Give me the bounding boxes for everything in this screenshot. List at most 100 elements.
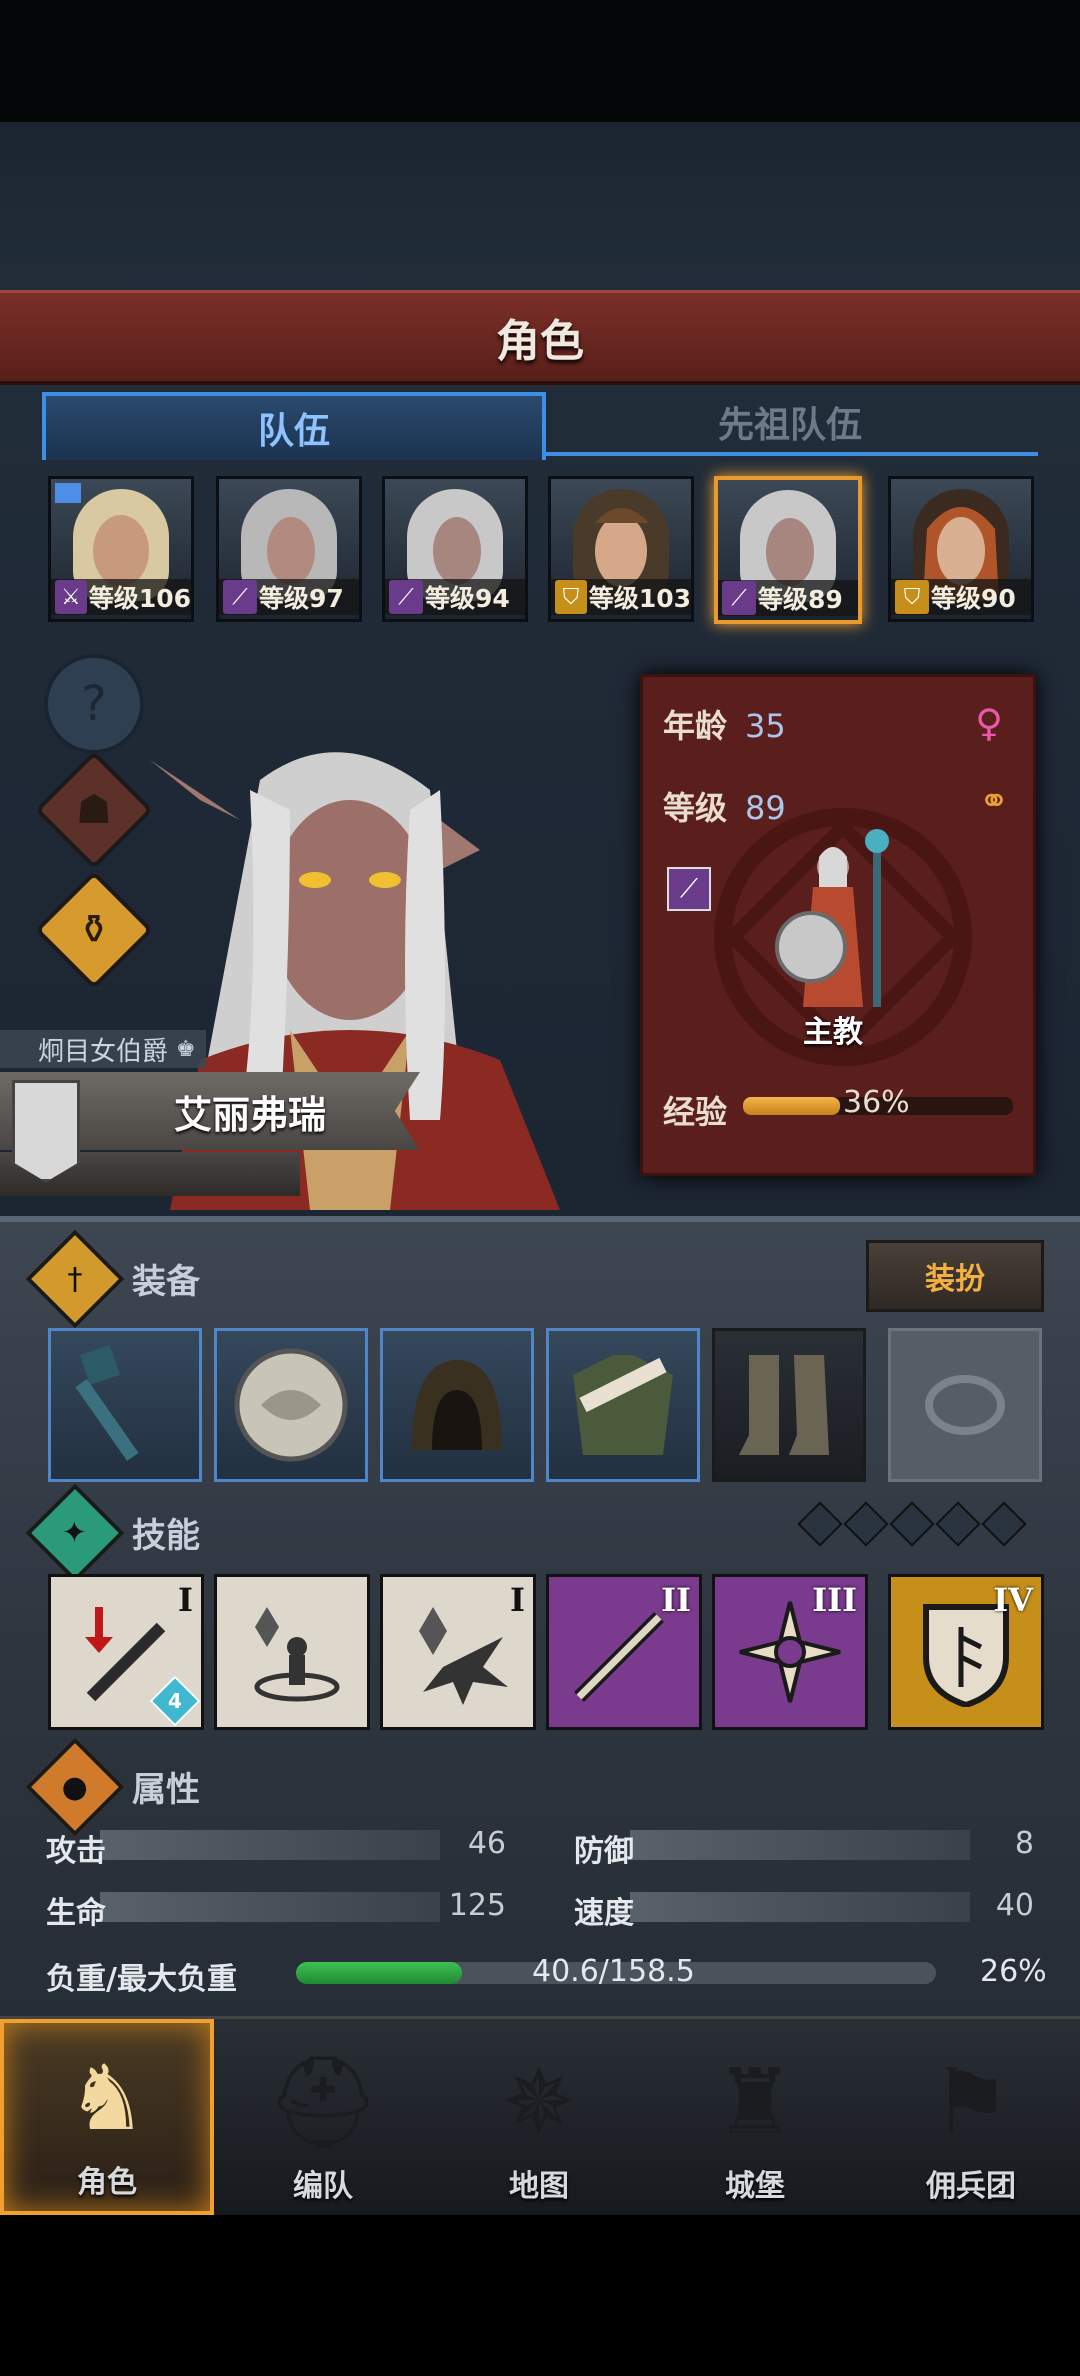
health-value: 125: [448, 1888, 506, 1923]
crown-icon: ♚: [176, 1036, 196, 1062]
hero-level: 等级103: [588, 584, 691, 613]
stat-bar: [100, 1892, 440, 1922]
skill-slot[interactable]: IV: [888, 1574, 1044, 1730]
skill-slot[interactable]: [214, 1574, 370, 1730]
hero-card[interactable]: ⛉ 等级103: [548, 476, 694, 622]
skill-slot[interactable]: II: [546, 1574, 702, 1730]
potion-icon: ⚱: [77, 906, 111, 953]
skill-tier: III: [812, 1581, 857, 1619]
hero-card[interactable]: ⟋ 等级94: [382, 476, 528, 622]
crystal-heal-icon: [254, 1607, 340, 1702]
hero-level: 等级97: [259, 584, 344, 613]
page-title: 角色: [496, 316, 584, 367]
stat-bar: [630, 1892, 970, 1922]
shield-icon: ⛉: [895, 580, 929, 614]
skill-point-icon: [797, 1501, 843, 1547]
sword-icon: ⚔: [55, 580, 87, 614]
shield-icon: ⛉: [555, 580, 587, 614]
defense-value: 8: [1014, 1826, 1034, 1861]
hero-level: 等级94: [425, 584, 510, 613]
nav-mercenary[interactable]: ⚑ 佣兵团: [864, 2019, 1078, 2215]
nav-character[interactable]: ♞ 角色: [0, 2019, 214, 2215]
castle-icon: ♜: [714, 2050, 796, 2155]
nav-map[interactable]: ✵ 地图: [432, 2019, 646, 2215]
character-info-card: 年龄 35 ♀ 等级 89 ⚭ ⟋ 主教 经验 36%: [640, 674, 1036, 1176]
ring-icon[interactable]: ⚭: [979, 781, 1009, 822]
equipment-label: 装备: [132, 1262, 200, 1302]
stat-bar: [100, 1830, 440, 1860]
staff-icon: ⟋: [389, 580, 423, 614]
attributes-header: ● 属性: [25, 1737, 1040, 1837]
hero-card[interactable]: ⛉ 等级90: [888, 476, 1034, 622]
attributes-label: 属性: [132, 1770, 200, 1810]
load-bar-fill: [296, 1962, 463, 1984]
equipment-slot-empty[interactable]: [888, 1328, 1042, 1482]
skill-tier: II: [661, 1581, 691, 1619]
skill-point-icon: [843, 1501, 889, 1547]
load-value: 40.6/158.5: [532, 1954, 695, 1989]
speed-value: 40: [995, 1888, 1034, 1923]
rank-title: 炯目女伯爵 ♚: [0, 1030, 206, 1068]
skill-slot[interactable]: I: [380, 1574, 536, 1730]
skill-slot[interactable]: III: [712, 1574, 868, 1730]
equipment-slot[interactable]: [380, 1328, 534, 1482]
load-percent: 26%: [980, 1954, 1047, 1989]
nav-label: 佣兵团: [926, 2169, 1016, 2204]
skill-tier: I: [178, 1581, 193, 1619]
bottom-nav: ♞ 角色 ⛑ 编队 ✵ 地图 ♜ 城堡 ⚑ 佣兵团: [0, 2016, 1080, 2215]
xp-label: 经验: [663, 1093, 728, 1131]
outfit-button[interactable]: ☗: [34, 750, 154, 870]
heraldry-banner-icon[interactable]: [12, 1080, 80, 1182]
class-name: 主教: [803, 1015, 863, 1050]
hooded-figure-icon: ☗: [76, 786, 112, 833]
game-screen: 角色 队伍 先祖队伍 ⚔ 等级106 ⟋ 等级97 ⟋ 等级94 ⛉ 等级103 ⟋ 等级…: [0, 0, 1080, 2376]
nav-castle[interactable]: ♜ 城堡: [648, 2019, 862, 2215]
skill-point-icon: [889, 1501, 935, 1547]
knight-icon: ♞: [66, 2046, 148, 2151]
round-shield-icon: [234, 1348, 348, 1462]
hero-card[interactable]: ⟋ 等级97: [216, 476, 362, 622]
help-button[interactable]: ?: [44, 654, 144, 754]
mace-icon: [75, 1345, 139, 1461]
hero-card[interactable]: ⚔ 等级106: [48, 476, 194, 622]
tab-team[interactable]: 队伍: [42, 392, 546, 460]
defense-label: 防御: [574, 1834, 634, 1869]
female-icon: ♀: [975, 701, 1003, 745]
equipment-slot[interactable]: [712, 1328, 866, 1482]
dress-up-button[interactable]: 装扮: [866, 1240, 1044, 1312]
team-tabs: 队伍 先祖队伍: [42, 392, 1038, 460]
skill-point-icon: [935, 1501, 981, 1547]
fur-tunic-icon: [573, 1355, 673, 1455]
age-label: 年龄: [663, 707, 728, 745]
stat-bar: [630, 1830, 970, 1860]
mercenary-icon: ⚑: [930, 2050, 1012, 2155]
bishop-figure: [775, 829, 889, 1007]
age-value: 35: [745, 707, 786, 745]
staff-icon[interactable]: ⟋: [667, 867, 711, 911]
flag-icon: [55, 483, 81, 503]
question-icon: ?: [81, 676, 107, 732]
skill-points: [797, 1501, 1044, 1548]
tab-ancestor-team[interactable]: 先祖队伍: [542, 392, 1038, 456]
hero-roster: ⚔ 等级106 ⟋ 等级97 ⟋ 等级94 ⛉ 等级103 ⟋ 等级89 ⛉ 等级90: [48, 476, 1038, 624]
nav-label: 城堡: [725, 2169, 785, 2204]
equipment-slot[interactable]: [48, 1328, 202, 1482]
skill-tier: IV: [993, 1581, 1033, 1619]
skills-label: 技能: [132, 1516, 200, 1556]
level-value: 89: [745, 789, 786, 827]
hero-level: 等级90: [931, 584, 1016, 613]
skill-slots: I 4 I II III IV: [48, 1574, 1044, 1730]
compass-map-icon: ✵: [501, 2050, 577, 2155]
hero-level: 等级89: [758, 585, 843, 614]
staff-icon: ⟋: [722, 581, 756, 615]
skill-slot[interactable]: I 4: [48, 1574, 204, 1730]
potion-button[interactable]: ⚱: [34, 870, 154, 990]
equipment-slot[interactable]: [214, 1328, 368, 1482]
attack-label: 攻击: [46, 1834, 106, 1869]
equipment-slot[interactable]: [546, 1328, 700, 1482]
hero-card-selected[interactable]: ⟋ 等级89: [714, 476, 862, 624]
equipment-slots: [48, 1328, 1042, 1482]
nav-label: 角色: [77, 2165, 137, 2200]
nav-formation[interactable]: ⛑ 编队: [216, 2019, 430, 2215]
hood-icon: [412, 1360, 502, 1450]
